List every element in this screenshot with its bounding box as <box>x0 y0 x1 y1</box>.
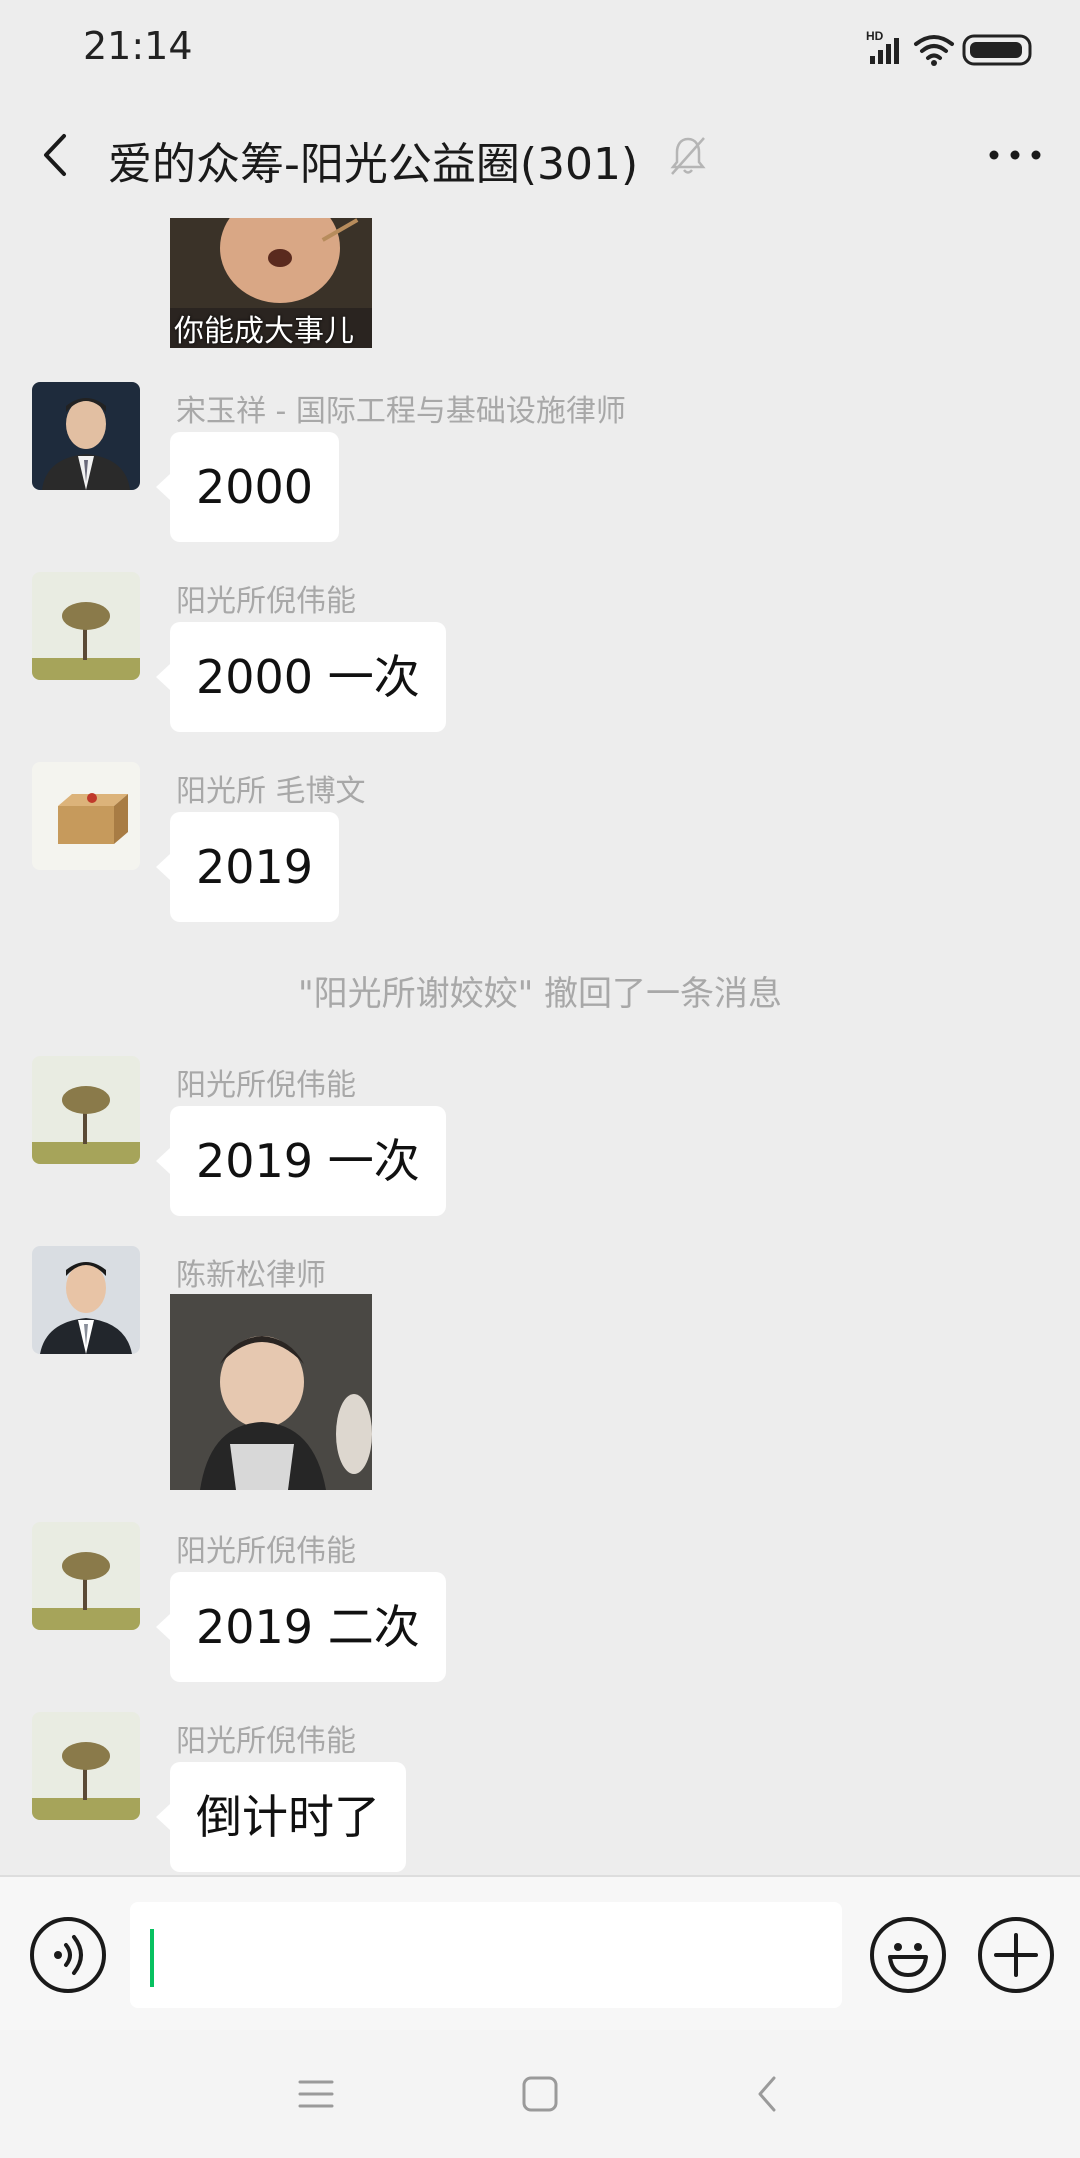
sender-name: 阳光所 毛博文 <box>176 774 366 809</box>
avatar-man-suit-image <box>32 382 140 490</box>
sender-name: 阳光所倪伟能 <box>176 584 356 619</box>
sticker-image[interactable] <box>170 1294 372 1490</box>
avatar-tree-image <box>32 572 140 680</box>
wifi-icon <box>914 35 954 60</box>
message-bubble[interactable]: 2019 一次 <box>156 1106 446 1216</box>
avatar[interactable] <box>32 1712 140 1820</box>
message-list[interactable]: 你能成大事儿 宋玉祥 - 国际工程与基础设施律师 2000 阳光所倪伟能 200… <box>0 210 1080 1875</box>
sender-name: 陈新松律师 <box>176 1258 326 1293</box>
plus-button[interactable] <box>978 1917 1054 1993</box>
avatar-tree-image <box>32 1522 140 1630</box>
avatar-man-suit-image <box>32 1246 140 1354</box>
more-icon[interactable] <box>980 130 1050 180</box>
sticker-child-image <box>170 1294 372 1490</box>
message-bubble[interactable]: 2019 二次 <box>156 1572 446 1682</box>
sticker-caption: 你能成大事儿 <box>174 314 354 348</box>
avatar[interactable] <box>32 572 140 680</box>
input-bar <box>0 1875 1080 2032</box>
message-bubble[interactable]: 2000 一次 <box>156 622 446 732</box>
battery-icon <box>962 34 1032 66</box>
message-bubble[interactable]: 2000 <box>155 432 340 542</box>
plus-icon <box>994 1933 1038 1977</box>
hd-label: HD <box>866 29 884 43</box>
back-arrow-icon[interactable] <box>30 128 84 182</box>
emoji-icon <box>888 1943 928 1977</box>
avatar-box-image <box>32 762 140 870</box>
chat-header: 爱的众筹-阳光公益圈(301) <box>0 100 1080 210</box>
text-cursor <box>150 1929 154 1987</box>
status-bar: 21:14 HD <box>0 0 1080 100</box>
avatar-tree-image <box>32 1712 140 1820</box>
emoji-button[interactable] <box>870 1917 946 1993</box>
status-icons: HD <box>866 29 1032 66</box>
avatar[interactable] <box>32 1056 140 1164</box>
message-bubble[interactable]: 倒计时了 <box>156 1762 406 1872</box>
home-icon[interactable] <box>520 2074 560 2114</box>
sender-name: 宋玉祥 - 国际工程与基础设施律师 <box>176 394 626 429</box>
avatar[interactable] <box>32 1246 140 1354</box>
mute-bell-icon <box>670 137 706 175</box>
recall-notice: "阳光所谢姣姣" 撤回了一条消息 <box>297 974 783 1014</box>
menu-icon[interactable] <box>296 2074 336 2114</box>
nav-back-icon[interactable] <box>748 2074 788 2114</box>
avatar[interactable] <box>32 1522 140 1630</box>
sticker-image[interactable]: 你能成大事儿 <box>170 218 372 348</box>
avatar[interactable] <box>32 382 140 490</box>
voice-button[interactable] <box>30 1917 106 1993</box>
avatar[interactable] <box>32 762 140 870</box>
avatar-tree-image <box>32 1056 140 1164</box>
system-nav-bar <box>0 2030 1080 2158</box>
sender-name: 阳光所倪伟能 <box>176 1534 356 1569</box>
chat-title: 爱的众筹-阳光公益圈(301) <box>108 139 639 190</box>
voice-icon <box>54 1935 83 1975</box>
status-time: 21:14 <box>83 24 193 68</box>
sender-name: 阳光所倪伟能 <box>176 1724 356 1759</box>
sender-name: 阳光所倪伟能 <box>176 1068 356 1103</box>
message-bubble[interactable]: 2019 <box>155 812 340 922</box>
message-input[interactable] <box>130 1902 842 2008</box>
